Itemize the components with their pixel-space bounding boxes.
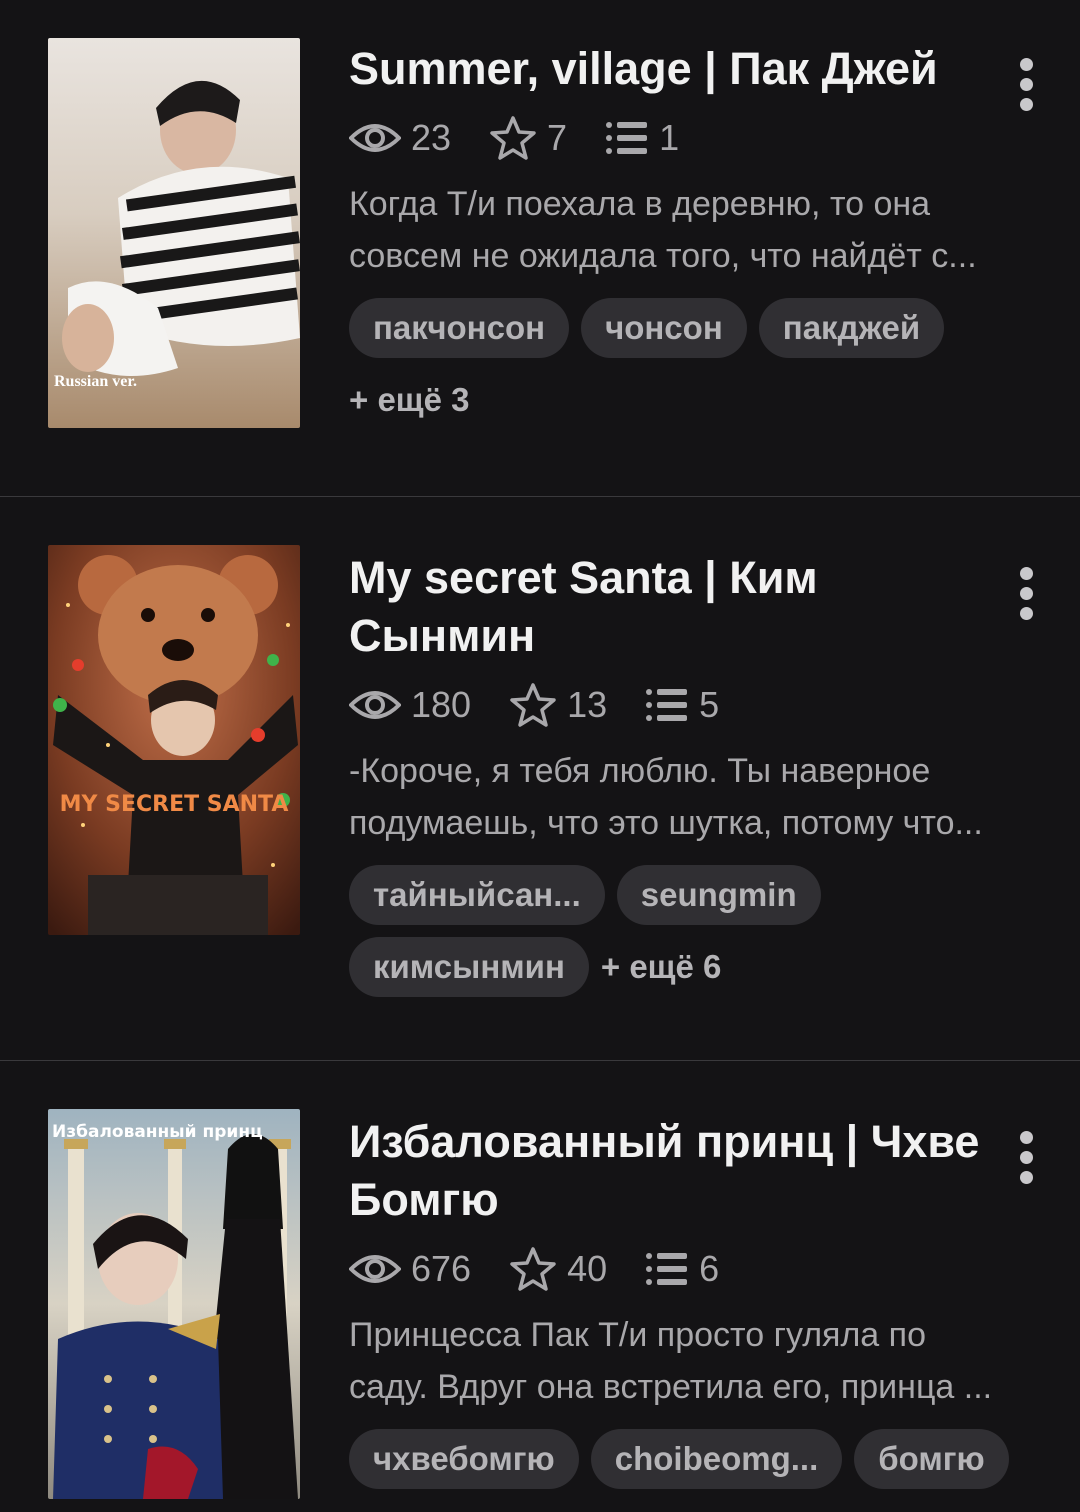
story-info: My secret Santa | Ким Сынмин 180 13 5 -К… [349, 549, 1029, 1009]
story-description: Принцесса Пак Т/и просто гуляла по саду.… [349, 1309, 1029, 1413]
list-icon [646, 1253, 688, 1285]
chapters-count: 5 [699, 684, 720, 725]
eye-icon [349, 691, 401, 719]
chapters-count: 6 [699, 1248, 720, 1289]
tag-chip[interactable]: чхвебомгю [349, 1429, 579, 1489]
description-line: Принцесса Пак Т/и просто гуляла по [349, 1316, 926, 1354]
description-line: подумаешь, что это шутка, потому что... [349, 804, 983, 842]
story-cover[interactable]: Избалованный принц [48, 1109, 300, 1499]
star-icon [510, 683, 556, 727]
views-stat: 676 [349, 1248, 471, 1290]
description-line: совсем не ожидала того, что найдёт с... [349, 237, 977, 275]
tag-list: пакчонсон чонсон пакджей + ещё 3 [349, 298, 1049, 442]
list-icon [606, 122, 648, 154]
story-info: Избалованный принц | Чхве Бомгю 676 40 6… [349, 1113, 1029, 1501]
more-tags-link[interactable]: + ещё 3 [349, 370, 470, 430]
more-vertical-icon[interactable] [1016, 567, 1036, 620]
eye-icon [349, 1255, 401, 1283]
story-stats: 23 7 1 [349, 108, 1029, 168]
stars-count: 13 [567, 684, 608, 725]
stars-stat: 13 [509, 682, 607, 728]
stars-count: 40 [567, 1248, 608, 1289]
story-stats: 180 13 5 [349, 675, 1029, 735]
more-tags-link[interactable]: + ещё 6 [601, 937, 722, 997]
story-title[interactable]: Избалованный принц | Чхве Бомгю [349, 1113, 989, 1229]
tag-list: тайныйсан... seungmin кимсынмин + ещё 6 [349, 865, 1049, 1009]
story-description: -Короче, я тебя люблю. Ты наверное подум… [349, 745, 1029, 849]
chapters-stat: 6 [645, 1248, 719, 1290]
chapters-count: 1 [659, 117, 680, 158]
list-icon [646, 689, 688, 721]
eye-icon [349, 124, 401, 152]
cover-caption: Russian ver. [54, 373, 137, 390]
chapters-stat: 1 [605, 117, 679, 159]
story-cover[interactable]: MY SECRET SANTA [48, 545, 300, 935]
tag-chip[interactable]: бомгю [854, 1429, 1009, 1489]
description-line: Когда Т/и поехала в деревню, то она [349, 185, 931, 223]
views-count: 180 [411, 684, 472, 725]
stars-stat: 40 [509, 1246, 607, 1292]
stars-stat: 7 [489, 115, 567, 161]
tag-chip[interactable]: choibeomg... [590, 1429, 843, 1489]
cover-caption: MY SECRET SANTA [60, 792, 289, 817]
star-icon [510, 1247, 556, 1291]
views-stat: 23 [349, 117, 451, 159]
star-icon [490, 116, 536, 160]
story-title[interactable]: My secret Santa | Ким Сынмин [349, 549, 989, 665]
story-title[interactable]: Summer, village | Пак Джей [349, 40, 989, 98]
chapters-stat: 5 [645, 684, 719, 726]
story-description: Когда Т/и поехала в деревню, то она совс… [349, 178, 1029, 282]
tag-chip[interactable]: тайныйсан... [349, 865, 605, 925]
cover-image: Избалованный принц [48, 1109, 300, 1499]
story-info: Summer, village | Пак Джей 23 7 1 Когда … [349, 40, 1029, 442]
tag-chip[interactable]: чонсон [581, 298, 747, 358]
description-line: саду. Вдруг она встретила его, принца ..… [349, 1368, 993, 1406]
story-card[interactable]: Russian ver. Summer, village | Пак Джей … [0, 0, 1080, 496]
tag-chip[interactable]: кимсынмин [349, 937, 589, 997]
cover-caption: Избалованный принц [52, 1122, 263, 1142]
views-count: 23 [411, 117, 452, 158]
description-line: -Короче, я тебя люблю. Ты наверное [349, 752, 931, 790]
story-card[interactable]: Избалованный принц Избалованный принц | … [0, 1061, 1080, 1512]
views-stat: 180 [349, 684, 471, 726]
stars-count: 7 [547, 117, 568, 158]
tag-list: чхвебомгю choibeomg... бомгю [349, 1429, 1049, 1501]
story-cover[interactable]: Russian ver. [48, 38, 300, 428]
tag-chip[interactable]: пакджей [758, 298, 945, 358]
more-vertical-icon[interactable] [1016, 1131, 1036, 1184]
tag-chip[interactable]: пакчонсон [349, 298, 570, 358]
cover-image: MY SECRET SANTA [48, 545, 300, 935]
more-vertical-icon[interactable] [1016, 58, 1036, 111]
tag-chip[interactable]: seungmin [616, 865, 821, 925]
story-stats: 676 40 6 [349, 1239, 1029, 1299]
views-count: 676 [411, 1248, 472, 1289]
story-feed: Russian ver. Summer, village | Пак Джей … [0, 0, 1080, 1512]
story-card[interactable]: MY SECRET SANTA My secret Santa | Ким Сы… [0, 497, 1080, 1060]
cover-image: Russian ver. [48, 38, 300, 428]
